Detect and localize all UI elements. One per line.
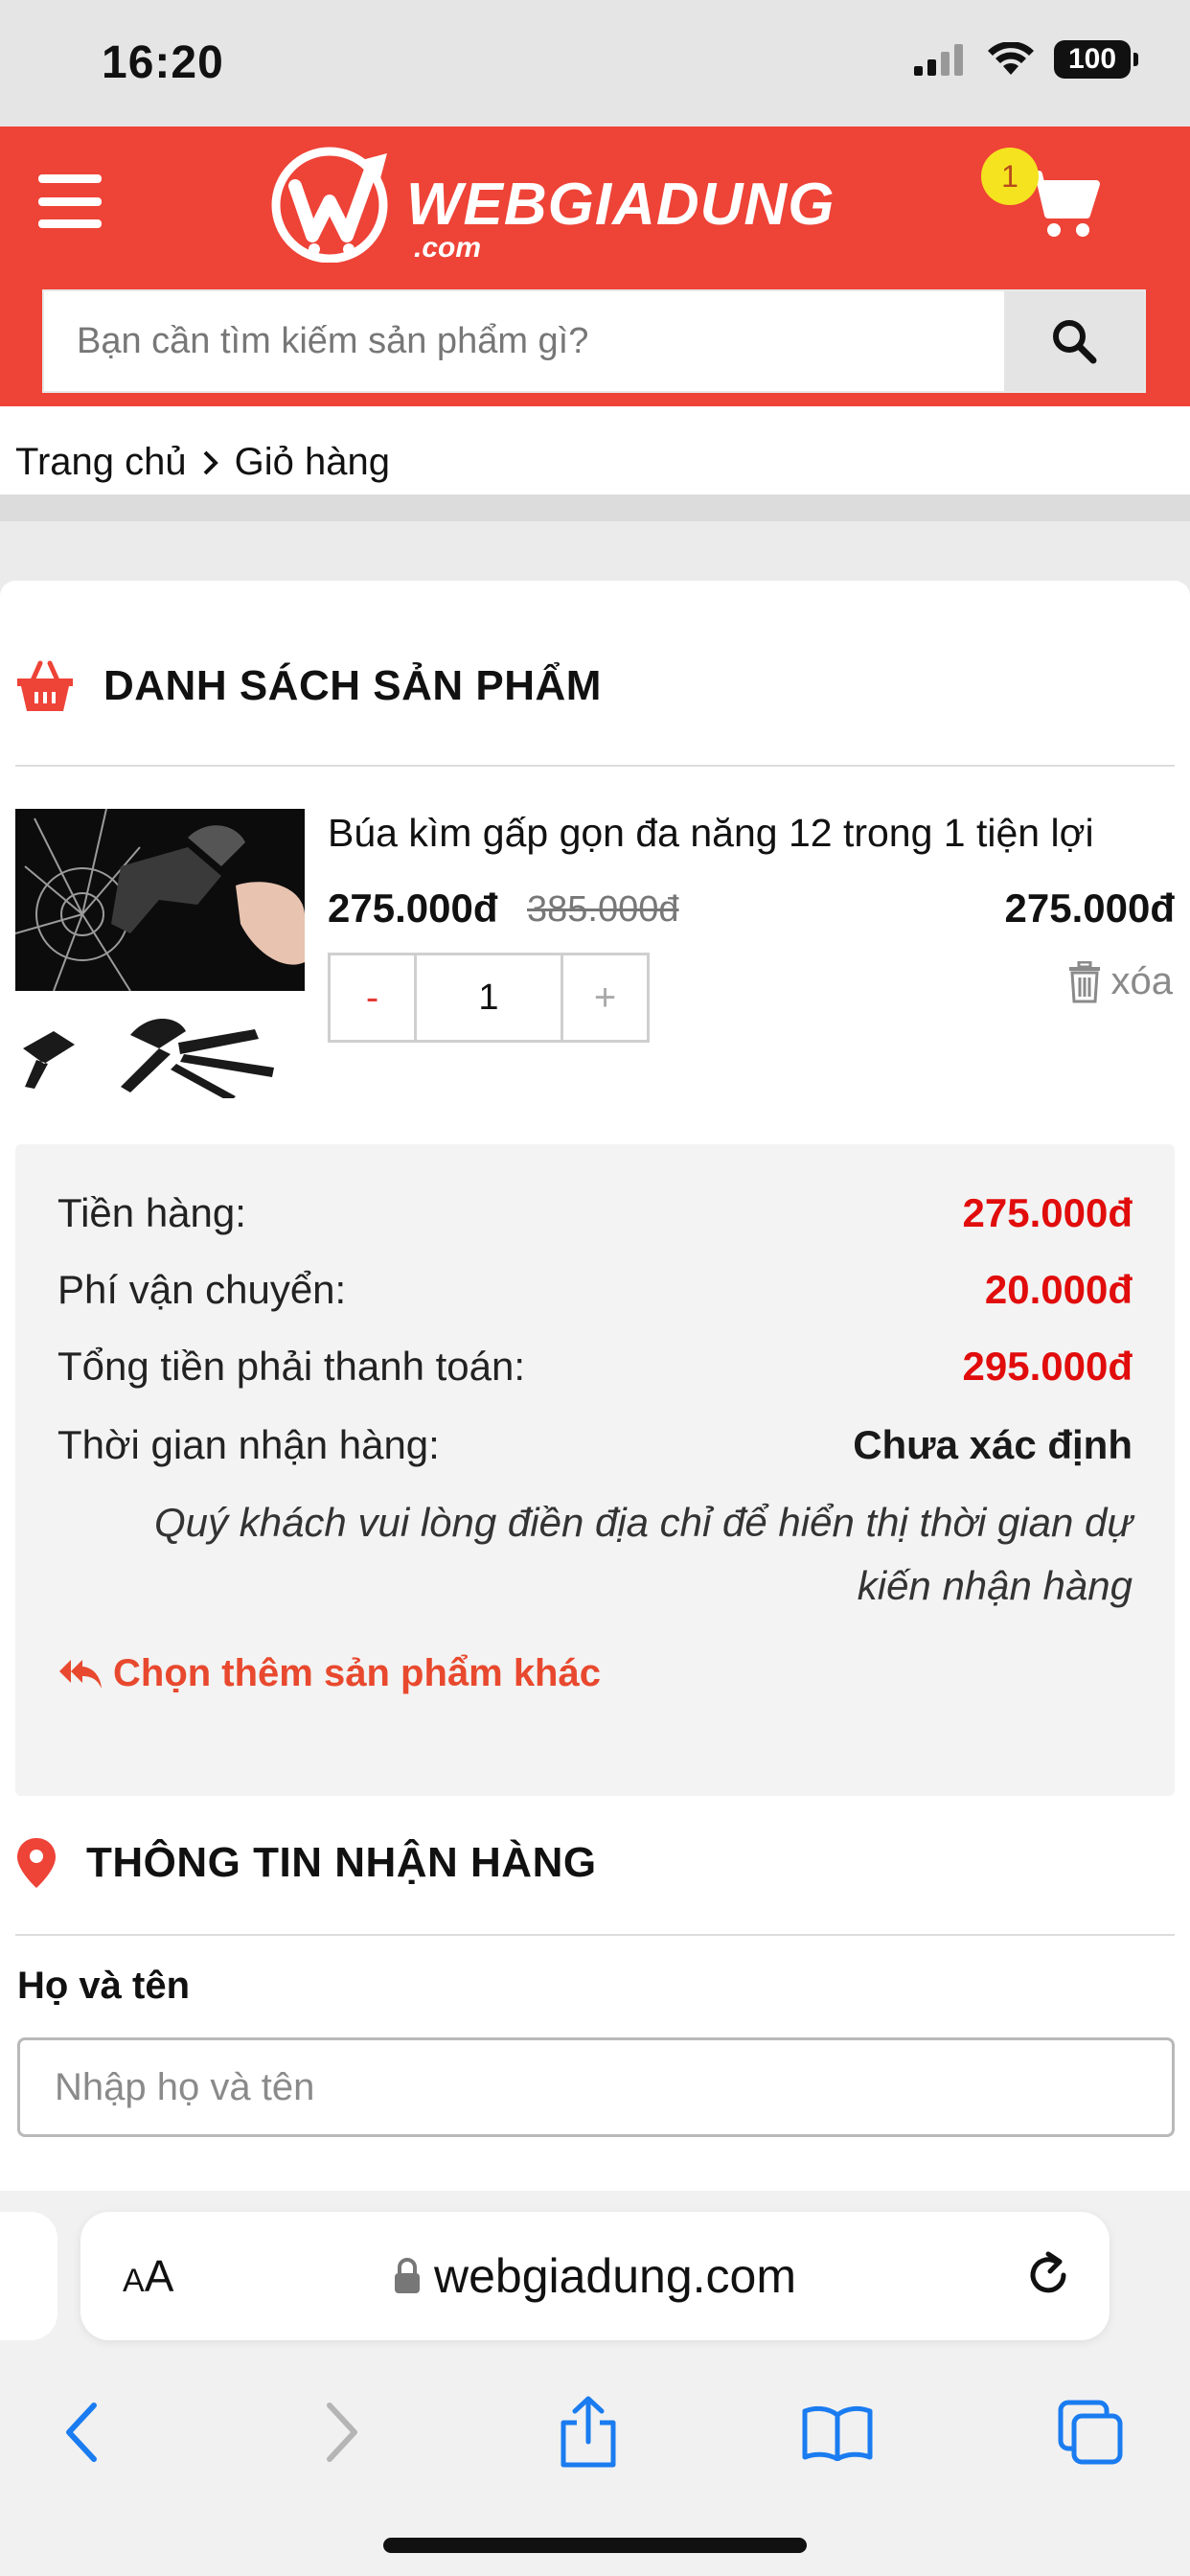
share-icon: [561, 2396, 616, 2468]
status-time: 16:20: [102, 37, 224, 88]
subtotal-label: Tiền hàng:: [57, 1190, 246, 1235]
full-name-input[interactable]: [17, 2037, 1175, 2137]
chevron-right-icon: [327, 2403, 357, 2462]
reload-icon[interactable]: [1021, 2248, 1075, 2302]
trash-icon: [1068, 960, 1100, 1002]
product-image[interactable]: [15, 809, 305, 1098]
breadcrumb-current: Giỏ hàng: [234, 441, 390, 483]
breadcrumb-home[interactable]: Trang chủ: [15, 441, 187, 484]
delete-item-button[interactable]: xóa: [1067, 960, 1174, 1003]
breadcrumb: Trang chủ Giỏ hàng: [15, 441, 390, 484]
delivery-note: Quý khách vui lòng điền địa chỉ để hiển …: [154, 1500, 1133, 1608]
address-bar[interactable]: webgiadung.com AA: [80, 2212, 1110, 2340]
divider: [15, 765, 1175, 767]
full-name-label: Họ và tên: [17, 1965, 191, 2007]
quantity-decrease-button[interactable]: -: [331, 955, 417, 1040]
quantity-value[interactable]: 1: [417, 955, 561, 1040]
browser-bottom-bar: webgiadung.com AA: [0, 2191, 1190, 2576]
continue-shopping-label: Chọn thêm sản phẩm khác: [113, 1652, 601, 1694]
search-input[interactable]: [77, 291, 996, 391]
cart-panel: DANH SÁCH SẢN PHẨM Búa kìm gấp gọn đa nă…: [0, 581, 1190, 2191]
continue-shopping-link[interactable]: Chọn thêm sản phẩm khác: [57, 1652, 601, 1695]
shipping-fee-label: Phí vận chuyển:: [57, 1267, 347, 1312]
previous-tab-preview[interactable]: [0, 2212, 57, 2340]
delivery-time-label: Thời gian nhận hàng:: [57, 1422, 440, 1467]
subtotal-value: 275.000đ: [962, 1190, 1133, 1235]
divider: [15, 1934, 1175, 1936]
product-line-total: 275.000đ: [1004, 886, 1175, 931]
reply-all-icon: [59, 1659, 102, 1689]
product-list-title: DANH SÁCH SẢN PHẨM: [103, 662, 602, 709]
home-indicator: [383, 2538, 807, 2553]
chevron-left-icon: [66, 2403, 97, 2462]
order-summary: Tiền hàng: 275.000đ Phí vận chuyển: 20.0…: [15, 1144, 1175, 1796]
battery-indicator: 100: [1054, 40, 1138, 79]
delete-label: xóa: [1110, 960, 1174, 1002]
bookmarks-button[interactable]: [801, 2396, 874, 2469]
subtotal-row: Tiền hàng: 275.000đ: [57, 1190, 1133, 1236]
browser-toolbar: [0, 2379, 1190, 2484]
shipping-fee-value: 20.000đ: [984, 1267, 1133, 1312]
book-icon: [802, 2405, 873, 2461]
quantity-stepper: - 1 +: [328, 953, 650, 1043]
lock-icon: [394, 2258, 420, 2293]
shipping-info-header: THÔNG TIN NHẬN HÀNG: [15, 1836, 597, 1890]
reader-settings-button[interactable]: AA: [123, 2250, 173, 2302]
tabs-button[interactable]: [1054, 2396, 1127, 2469]
product-list-header: DANH SÁCH SẢN PHẨM: [15, 659, 602, 713]
cart-count-badge: 1: [981, 148, 1039, 205]
delivery-time-value: Chưa xác định: [853, 1422, 1133, 1467]
forward-button[interactable]: [305, 2396, 378, 2469]
menu-icon[interactable]: [38, 174, 102, 228]
breadcrumb-bar: Trang chủ Giỏ hàng: [0, 406, 1190, 521]
site-logo[interactable]: WEBGIADUNG .com: [270, 140, 864, 264]
product-price: 275.000đ: [328, 886, 498, 931]
product-name[interactable]: Búa kìm gấp gọn đa năng 12 trong 1 tiện …: [328, 811, 1094, 856]
tabs-icon: [1058, 2400, 1123, 2465]
delivery-time-row: Thời gian nhận hàng: Chưa xác định: [57, 1422, 1133, 1468]
logo-mark-icon: [271, 147, 388, 263]
search-button[interactable]: [1004, 291, 1144, 391]
basket-icon: [17, 660, 73, 711]
share-button[interactable]: [552, 2396, 625, 2469]
logo-text: WEBGIADUNG: [406, 172, 835, 238]
shipping-info-title: THÔNG TIN NHẬN HÀNG: [86, 1839, 597, 1886]
back-button[interactable]: [46, 2396, 119, 2469]
wifi-icon: [988, 42, 1034, 75]
quantity-increase-button[interactable]: +: [561, 955, 647, 1040]
site-header: WEBGIADUNG .com 1: [0, 126, 1190, 406]
search-icon: [1053, 320, 1097, 364]
chevron-right-icon: [200, 448, 221, 477]
url-display: webgiadung.com: [80, 2212, 1110, 2340]
signal-icon: [914, 44, 963, 76]
location-pin-icon: [17, 1838, 56, 1888]
status-bar: 16:20 100: [0, 0, 1190, 126]
logo-subtext: .com: [414, 232, 482, 264]
total-value: 295.000đ: [962, 1344, 1133, 1389]
product-old-price: 385.000đ: [527, 889, 679, 930]
shipping-fee-row: Phí vận chuyển: 20.000đ: [57, 1267, 1133, 1313]
total-row: Tổng tiền phải thanh toán: 295.000đ: [57, 1344, 1133, 1390]
total-label: Tổng tiền phải thanh toán:: [57, 1344, 526, 1389]
search-box: [42, 289, 1146, 393]
status-icons: 100: [914, 40, 1138, 79]
url-text: webgiadung.com: [433, 2249, 797, 2303]
